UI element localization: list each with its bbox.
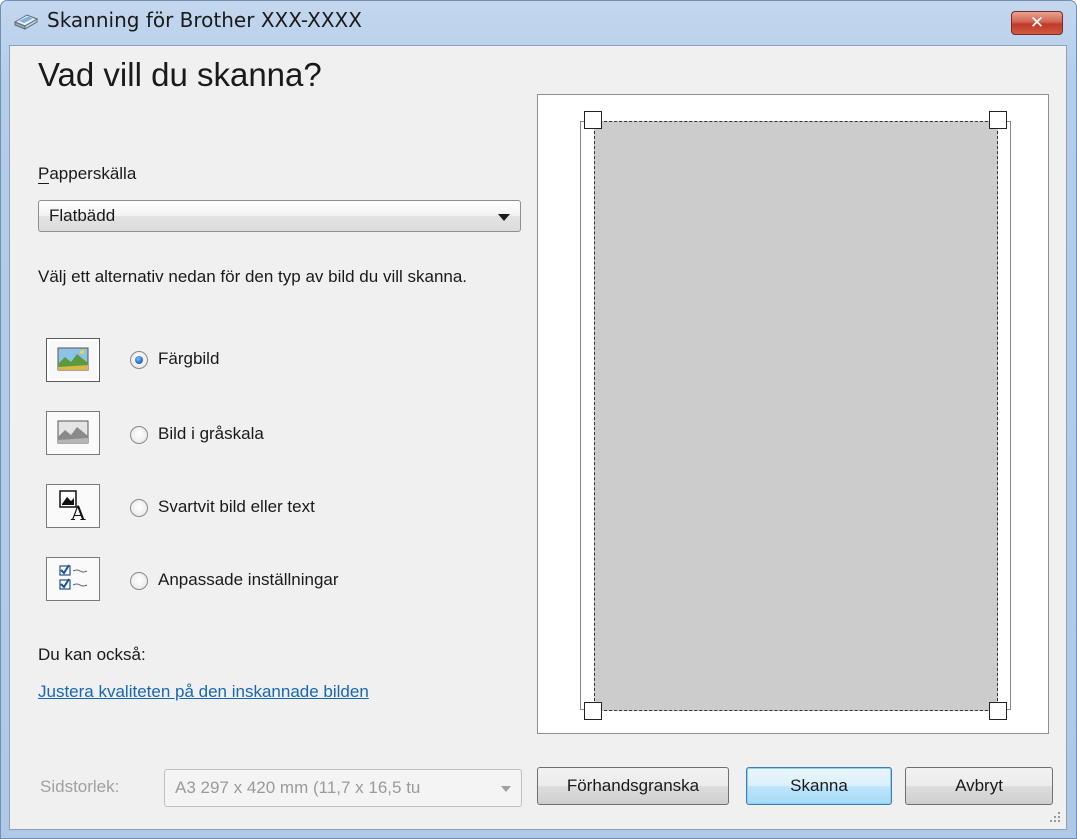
grayscale-picture-label[interactable]: Bild i gråskala [158,424,264,444]
page-size-value: A3 297 x 420 mm (11,7 x 16,5 tu [175,778,421,797]
grayscale-picture-icon [57,420,89,444]
black-white-text-label[interactable]: Svartvit bild eller text [158,497,315,517]
cancel-button[interactable]: Avbryt [905,767,1053,805]
paper-source-accesskey-underline [38,183,49,184]
custom-settings-radio[interactable] [130,572,148,590]
radio-selected-dot [135,356,143,364]
color-picture-icon-button[interactable] [46,338,100,382]
custom-settings-icon [59,564,88,590]
black-white-text-icon-button[interactable]: A [46,484,100,528]
svg-text:A: A [70,501,86,525]
page-size-label: Sidstorlek: [40,777,120,796]
paper-source-label: Papperskälla [38,164,137,183]
black-white-text-icon: A [59,490,86,525]
crop-handle-top-left[interactable] [584,111,602,129]
preview-button[interactable]: Förhandsgranska [537,767,729,805]
resize-grip-icon[interactable] [1046,808,1062,824]
instruction-text: Välj ett alternativ nedan för den typ av… [38,267,468,286]
scan-button[interactable]: Skanna [746,767,892,805]
crop-handle-top-right[interactable] [989,111,1007,129]
color-picture-radio[interactable] [130,351,148,369]
black-white-text-radio[interactable] [130,499,148,517]
page-title: Vad vill du skanna? [38,56,322,93]
crop-handle-bottom-left[interactable] [584,702,602,720]
adjust-quality-link[interactable]: Justera kvaliteten på den inskannade bil… [38,682,369,702]
chevron-down-icon [501,786,511,792]
paper-source-dropdown[interactable]: Flatbädd [38,200,521,232]
also-label: Du kan också: [38,645,146,664]
grayscale-picture-radio[interactable] [130,426,148,444]
page-size-dropdown[interactable]: A3 297 x 420 mm (11,7 x 16,5 tu [164,769,522,807]
color-picture-label[interactable]: Färgbild [158,349,219,369]
window-title: Skanning för Brother XXX-XXXX [47,8,362,32]
custom-settings-label[interactable]: Anpassade inställningar [158,570,339,590]
title-bar[interactable]: Skanning för Brother XXX-XXXX ✕ [1,1,1076,41]
custom-settings-icon-button[interactable] [46,557,100,601]
color-picture-icon [57,347,89,371]
grayscale-picture-icon-button[interactable] [46,411,100,455]
close-icon: ✕ [1029,13,1045,33]
scanner-icon [13,14,39,30]
chevron-down-icon [498,214,510,221]
close-button[interactable]: ✕ [1011,11,1063,35]
scan-area[interactable] [594,121,998,711]
crop-handle-bottom-right[interactable] [989,702,1007,720]
paper-source-value: Flatbädd [49,206,116,225]
